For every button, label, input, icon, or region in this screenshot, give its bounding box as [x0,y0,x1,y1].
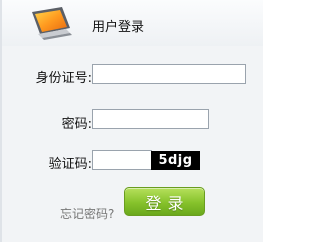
captcha-image[interactable]: 5djg [151,151,200,170]
login-panel: 用户登录 身份证号: 密码: 验证码: 5djg 忘记密码? 登录 [0,0,263,242]
page-title: 用户登录 [92,20,145,35]
captcha-input[interactable] [92,150,152,170]
password-input[interactable] [92,109,209,129]
computer-monitor-icon [32,7,72,40]
login-header: 用户登录 [2,0,263,46]
forgot-password-link[interactable]: 忘记密码? [60,205,114,222]
id-number-input[interactable] [92,64,246,84]
password-label: 密码: [61,117,92,132]
captcha-label: 验证码: [48,157,92,172]
id-number-label: 身份证号: [35,71,92,86]
login-button[interactable]: 登录 [124,187,205,216]
